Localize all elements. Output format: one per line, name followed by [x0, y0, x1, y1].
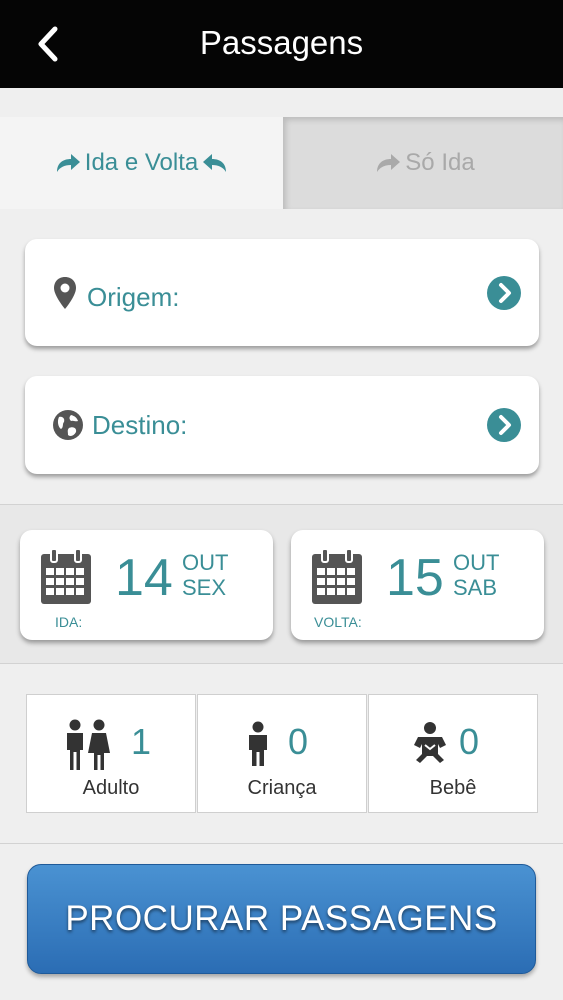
adult-label: Adulto	[82, 777, 140, 799]
child-count: 0	[288, 721, 309, 762]
departure-day: 14	[115, 549, 173, 607]
destination-label: Destino:	[92, 409, 188, 440]
tab-one-way[interactable]: Só Ida	[283, 117, 563, 209]
baby-label: Bebê	[429, 777, 477, 799]
page-title: Passagens	[199, 24, 364, 61]
departure-date-card[interactable]: 14 OUT SEX IDA:	[20, 530, 273, 640]
return-month: OUT	[453, 550, 500, 575]
baby-counter[interactable]: 0 Bebê	[368, 694, 538, 813]
search-tickets-button[interactable]: PROCURAR PASSAGENS	[27, 864, 536, 974]
divider	[0, 843, 563, 844]
return-weekday: SAB	[453, 575, 498, 600]
passenger-selector: 1 Adulto 0 Criança 0 Bebê	[26, 694, 538, 813]
chevron-right-circle-icon	[487, 408, 521, 442]
origin-field[interactable]: Origem:	[25, 239, 539, 346]
departure-month: OUT	[182, 550, 229, 575]
share-arrow-icon	[56, 154, 80, 172]
calendar-icon	[41, 548, 91, 604]
destination-field[interactable]: Destino:	[25, 376, 539, 474]
tab-one-way-label: Só Ida	[405, 149, 475, 176]
return-date-card[interactable]: 15 OUT SAB VOLTA:	[291, 530, 544, 640]
trip-type-tabs: Ida e Volta Só Ida	[0, 117, 563, 209]
calendar-icon	[312, 548, 362, 604]
baby-count: 0	[459, 721, 480, 762]
reply-arrow-icon	[203, 154, 227, 172]
share-arrow-icon	[377, 154, 401, 172]
departure-caption: IDA:	[55, 614, 83, 630]
chevron-right-circle-icon	[487, 275, 521, 310]
return-caption: VOLTA:	[314, 614, 362, 630]
adult-count: 1	[131, 721, 152, 762]
child-label: Criança	[247, 777, 317, 799]
map-pin-icon	[54, 276, 76, 309]
divider	[0, 663, 563, 664]
departure-weekday: SEX	[182, 575, 227, 600]
child-counter[interactable]: 0 Criança	[197, 694, 367, 813]
tab-round-trip[interactable]: Ida e Volta	[0, 117, 283, 209]
return-day: 15	[386, 549, 444, 607]
child-icon	[249, 721, 267, 766]
adult-counter[interactable]: 1 Adulto	[26, 694, 196, 813]
origin-label: Origem:	[87, 282, 180, 312]
search-tickets-label: PROCURAR PASSAGENS	[65, 899, 498, 938]
tab-round-trip-label: Ida e Volta	[84, 149, 199, 176]
app-header: Passagens	[0, 0, 563, 88]
adults-icon	[67, 719, 110, 770]
globe-icon	[53, 410, 83, 440]
baby-icon	[414, 722, 446, 763]
